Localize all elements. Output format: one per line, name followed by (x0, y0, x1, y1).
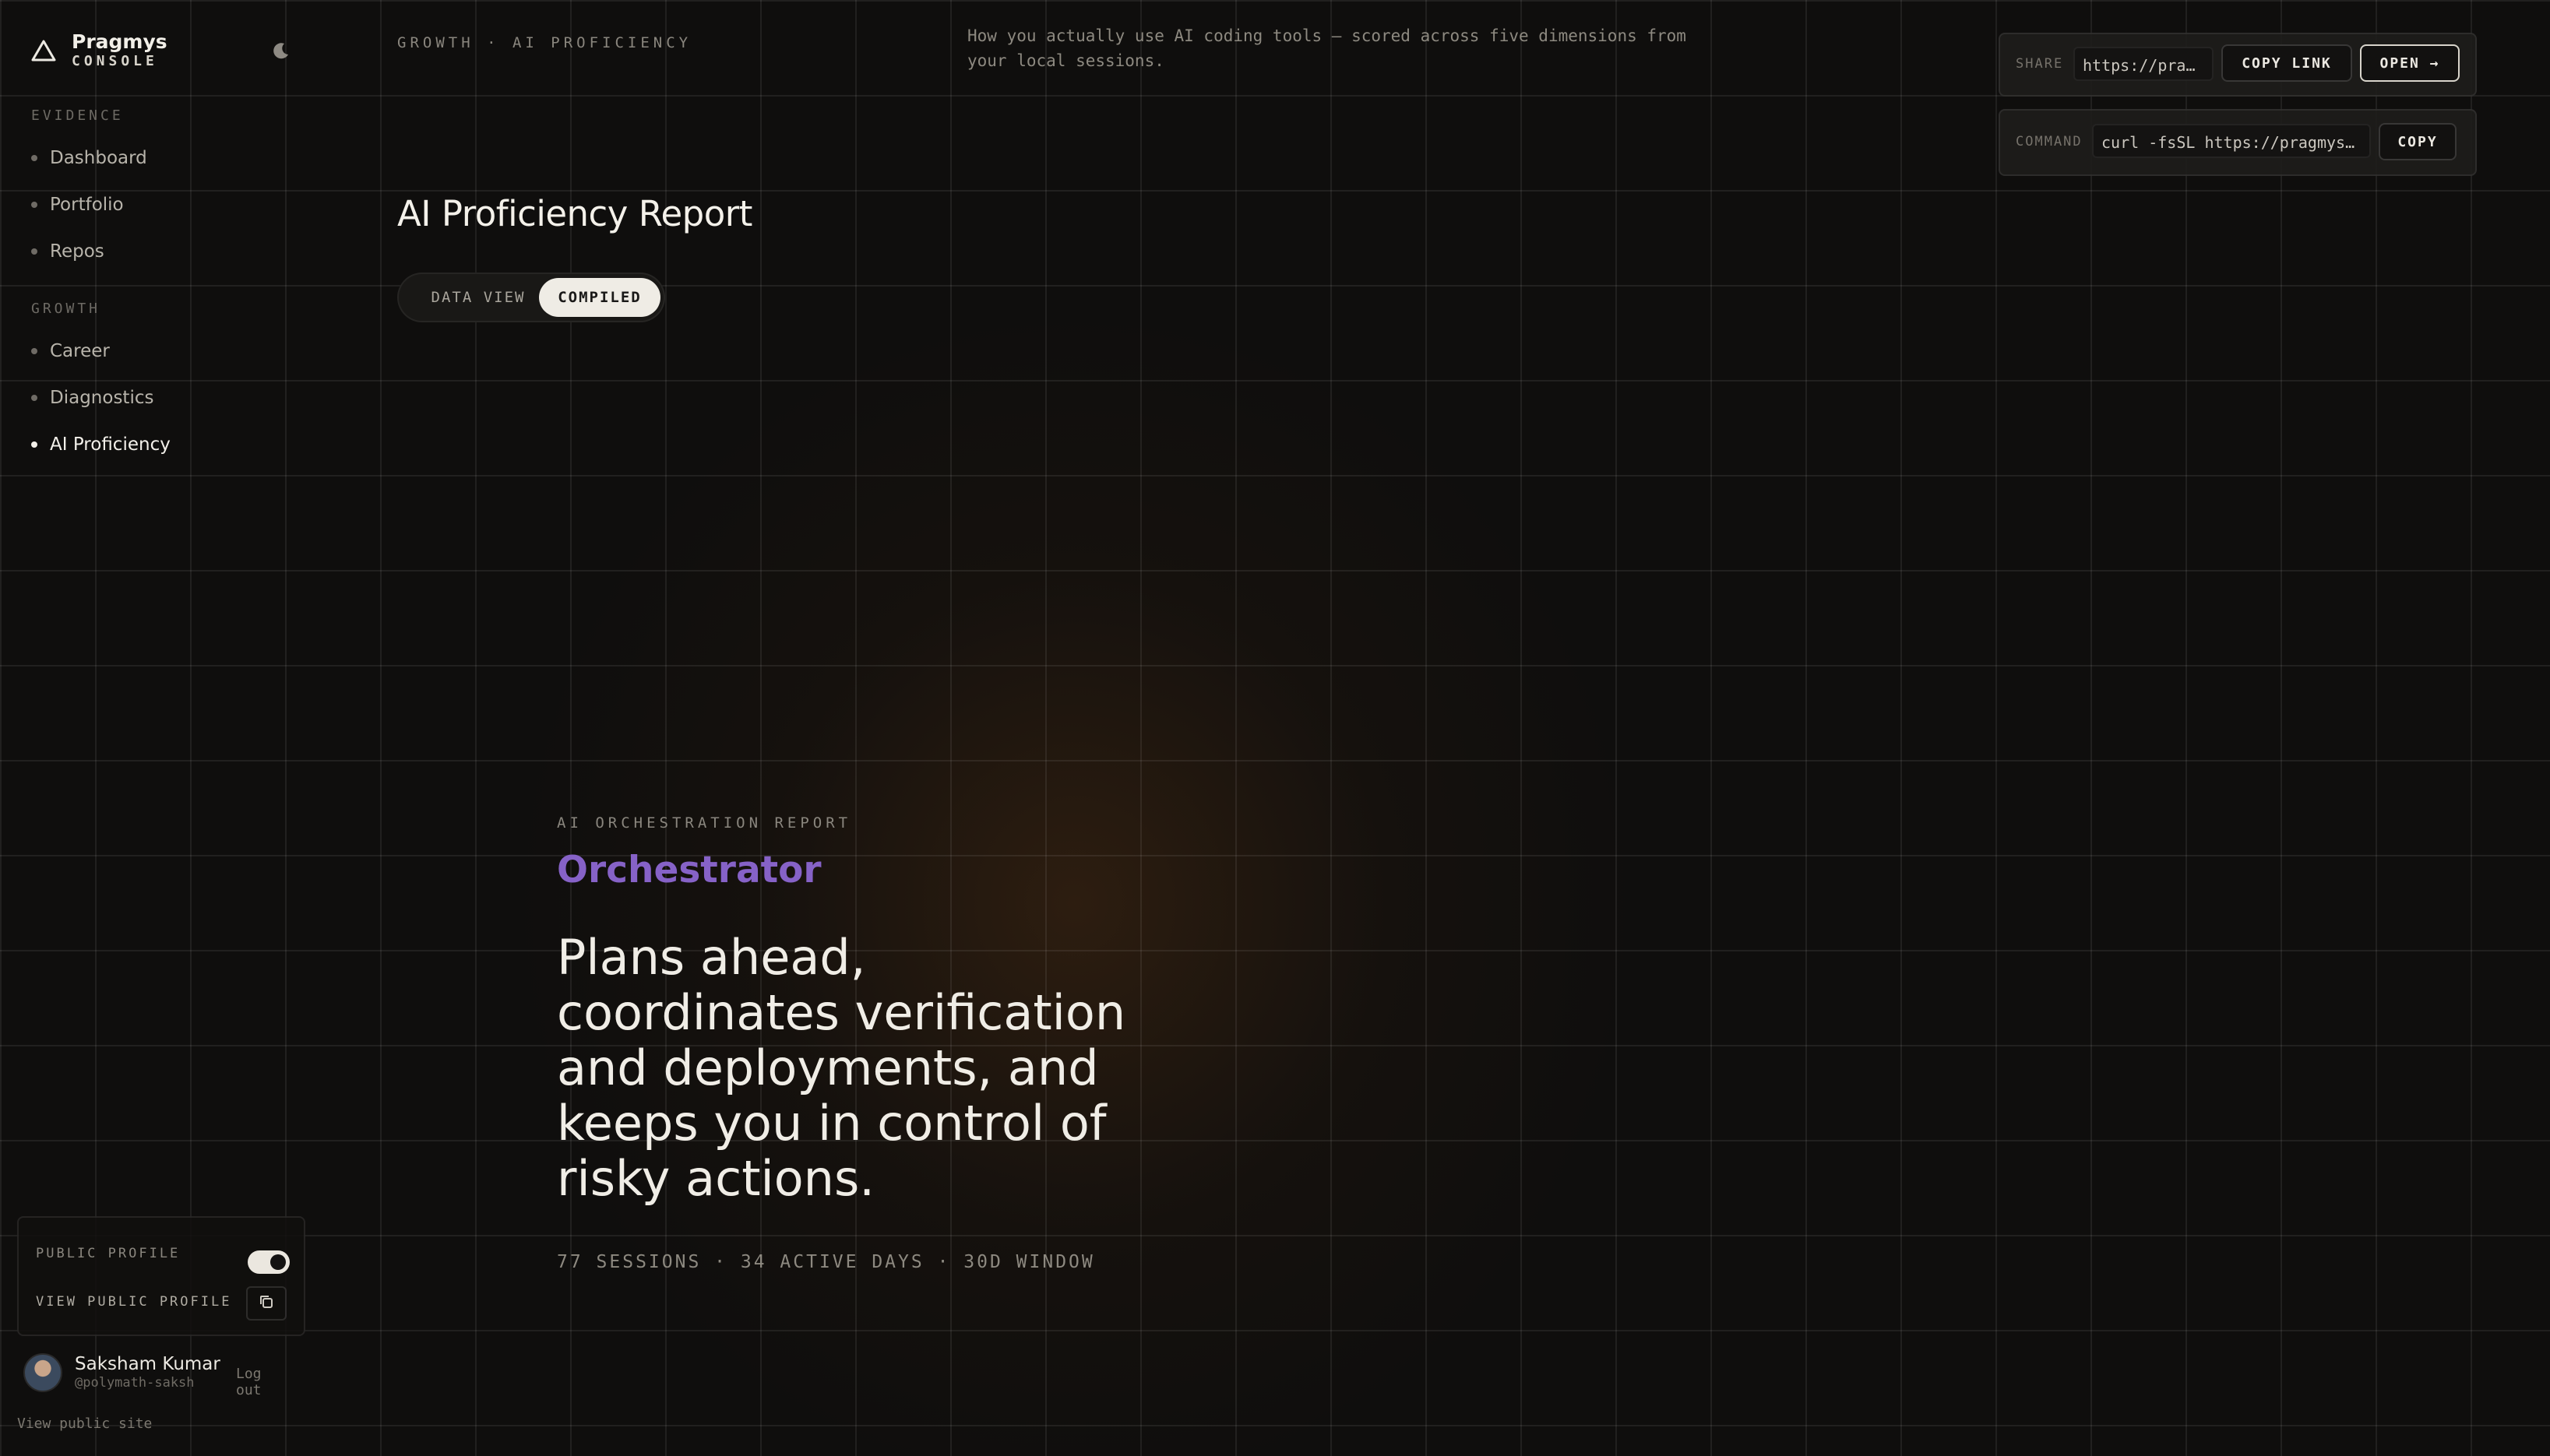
page-title: AI Proficiency Report (397, 193, 752, 234)
toggle-knob (270, 1254, 286, 1270)
command-panel: COMMAND curl -fsSL https://pragmys.dev/i… (1999, 109, 2477, 176)
user-handle: @polymath-saksh (75, 1375, 195, 1391)
share-label: SHARE (2016, 56, 2064, 72)
background-grid (0, 0, 2550, 1456)
sidebar-item-label: Repos (50, 241, 104, 262)
bullet-icon (31, 348, 37, 354)
public-profile-toggle[interactable] (248, 1250, 290, 1274)
sidebar-item-repos[interactable]: Repos (31, 241, 104, 262)
bullet-icon (31, 395, 37, 401)
moon-icon (271, 43, 291, 64)
brand-text: Pragmys CONSOLE (72, 31, 167, 70)
report-eyebrow: AI ORCHESTRATION REPORT (557, 814, 852, 832)
sidebar-item-label: Portfolio (50, 195, 124, 215)
command-label: COMMAND (2016, 134, 2083, 149)
bullet-icon (31, 155, 37, 161)
view-public-site-link[interactable]: View public site (17, 1416, 152, 1432)
breadcrumb: GROWTH · AI PROFICIENCY (397, 34, 692, 51)
public-profile-label: PUBLIC PROFILE (36, 1246, 181, 1261)
copy-icon (259, 1294, 274, 1313)
sidebar-item-label: Diagnostics (50, 388, 154, 408)
copy-link-button[interactable]: COPY LINK (2221, 44, 2352, 82)
report-summary: Plans ahead, coordinates verification an… (557, 929, 1126, 1207)
nav-section-evidence: EVIDENCE (31, 107, 124, 124)
sidebar: Pragmys CONSOLE EVIDENCE Dashboard Portf… (0, 0, 305, 1456)
app-root: Pragmys CONSOLE EVIDENCE Dashboard Portf… (0, 0, 2550, 1456)
bullet-icon (31, 248, 37, 255)
bullet-icon (31, 202, 37, 208)
sidebar-item-label: Career (50, 341, 110, 361)
share-panel: SHARE https://pragmys.dev/p/polymath-sak… (1999, 33, 2477, 97)
nav-section-growth: GROWTH (31, 301, 101, 317)
brand[interactable]: Pragmys CONSOLE (31, 31, 167, 70)
brand-name: Pragmys (72, 30, 167, 53)
sidebar-item-label: Dashboard (50, 148, 147, 168)
report-stats: 77 SESSIONS · 34 ACTIVE DAYS · 30D WINDO… (557, 1252, 1095, 1272)
report-archetype: Orchestrator (557, 849, 822, 892)
brand-subtitle: CONSOLE (72, 53, 158, 69)
sidebar-item-portfolio[interactable]: Portfolio (31, 195, 124, 215)
user-info[interactable]: Saksham Kumar @polymath-saksh (23, 1353, 220, 1392)
sidebar-item-ai-proficiency[interactable]: AI Proficiency (31, 434, 171, 455)
user-name: Saksham Kumar (75, 1354, 220, 1374)
avatar (23, 1353, 62, 1392)
page-description: How you actually use AI coding tools — s… (967, 26, 1686, 70)
logout-button[interactable]: Log out (236, 1366, 288, 1398)
open-share-button[interactable]: OPEN → (2360, 44, 2460, 82)
triangle-logo-icon (31, 39, 56, 62)
view-toggle: DATA VIEW COMPILED (397, 273, 665, 322)
sidebar-item-label: AI Proficiency (50, 434, 171, 455)
sidebar-item-dashboard[interactable]: Dashboard (31, 148, 147, 168)
view-public-profile-link[interactable]: VIEW PUBLIC PROFILE (36, 1294, 231, 1310)
bullet-icon (31, 441, 37, 448)
sidebar-item-diagnostics[interactable]: Diagnostics (31, 388, 153, 408)
share-url-field[interactable]: https://pragmys.dev/p/polymath-saksh/ai (2073, 47, 2214, 81)
theme-toggle-button[interactable] (271, 40, 294, 64)
tab-data-view[interactable]: DATA VIEW (408, 278, 548, 317)
tab-compiled[interactable]: COMPILED (539, 278, 660, 317)
public-profile-card: PUBLIC PROFILE VIEW PUBLIC PROFILE (17, 1216, 305, 1336)
copy-command-button[interactable]: COPY (2379, 123, 2457, 160)
command-field[interactable]: curl -fsSL https://pragmys.dev/install.s… (2092, 124, 2371, 158)
copy-profile-link-button[interactable] (246, 1286, 287, 1321)
sidebar-item-career[interactable]: Career (31, 341, 110, 361)
